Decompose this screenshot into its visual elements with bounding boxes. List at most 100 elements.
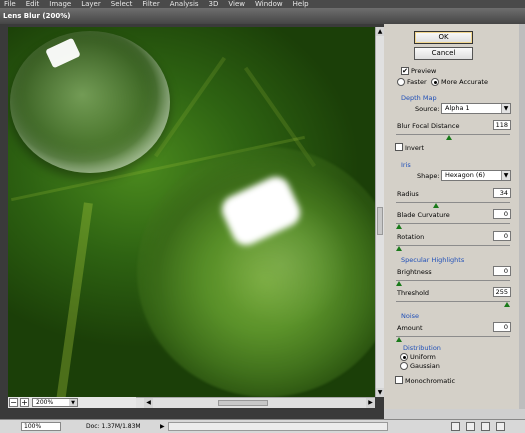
scroll-down-arrow-icon[interactable]: ▼ [376, 388, 384, 397]
menu-file[interactable]: File [0, 0, 22, 8]
folder-icon[interactable] [466, 422, 475, 431]
menu-3d[interactable]: 3D [205, 0, 225, 8]
menu-image[interactable]: Image [45, 0, 77, 8]
specular-heading: Specular Highlights [401, 256, 465, 264]
threshold-input[interactable]: 255 [493, 287, 511, 297]
rotation-label: Rotation [397, 233, 425, 241]
menu-help[interactable]: Help [289, 0, 315, 8]
status-menu-arrow-icon[interactable]: ▶ [160, 422, 165, 431]
leaf-vein [56, 202, 93, 397]
blade-curvature-label: Blade Curvature [397, 211, 450, 219]
blur-focal-slider[interactable] [396, 134, 510, 135]
dialog-title: Lens Blur (200%) [3, 12, 71, 20]
source-label: Source: [415, 105, 440, 113]
trash-icon[interactable] [496, 422, 505, 431]
depth-map-heading: Depth Map [401, 94, 437, 102]
brightness-input[interactable]: 0 [493, 266, 511, 276]
menu-window[interactable]: Window [251, 0, 289, 8]
iris-heading: Iris [401, 161, 411, 169]
uniform-label: Uniform [410, 353, 436, 361]
slider-knob[interactable] [396, 224, 402, 229]
scroll-left-arrow-icon[interactable]: ◀ [144, 398, 153, 408]
amount-input[interactable]: 0 [493, 322, 511, 332]
drop-highlight [217, 172, 305, 250]
menu-view[interactable]: View [224, 0, 251, 8]
chevron-down-icon: ▼ [501, 104, 510, 113]
zoom-controls: − + 200% ▼ [8, 397, 136, 408]
blur-focal-input[interactable]: 118 [493, 120, 511, 130]
invert-checkbox[interactable] [395, 143, 403, 151]
radius-input[interactable]: 34 [493, 188, 511, 198]
ok-button[interactable]: OK [414, 31, 473, 44]
gaussian-label: Gaussian [410, 362, 440, 370]
radius-slider[interactable] [396, 202, 510, 203]
scroll-up-arrow-icon[interactable]: ▲ [376, 27, 384, 36]
panel-edge [519, 24, 525, 419]
blade-curvature-input[interactable]: 0 [493, 209, 511, 219]
chevron-down-icon: ▼ [69, 399, 77, 406]
scroll-right-arrow-icon[interactable]: ▶ [366, 398, 375, 408]
invert-label: Invert [405, 144, 425, 152]
menu-filter[interactable]: Filter [138, 0, 165, 8]
gaussian-radio[interactable] [400, 362, 408, 370]
more-accurate-label: More Accurate [441, 78, 488, 86]
shape-select[interactable]: Hexagon (6) ▼ [441, 170, 511, 181]
slider-knob[interactable] [432, 203, 439, 208]
blur-focal-label: Blur Focal Distance [397, 122, 460, 130]
water-drop-sharp [10, 31, 170, 173]
preview-label: Preview [411, 67, 437, 75]
status-zoom-field[interactable]: 100% [21, 422, 61, 431]
threshold-slider[interactable] [396, 301, 510, 302]
menu-analysis[interactable]: Analysis [166, 0, 205, 8]
noise-heading: Noise [401, 312, 420, 320]
chevron-down-icon: ▼ [501, 171, 510, 180]
preview-checkbox[interactable]: ✔ [401, 67, 409, 75]
menu-edit[interactable]: Edit [22, 0, 46, 8]
new-layer-icon[interactable] [451, 422, 460, 431]
zoom-out-button[interactable]: − [9, 398, 18, 407]
status-bar: 100% Doc: 1.37M/1.83M ▶ [0, 419, 525, 433]
uniform-radio[interactable] [400, 353, 408, 361]
faster-label: Faster [407, 78, 427, 86]
settings-panel: OK Cancel ✔ Preview Faster More Accurate… [384, 24, 519, 409]
zoom-value: 200% [36, 399, 54, 406]
monochromatic-label: Monochromatic [405, 377, 456, 385]
more-accurate-radio[interactable] [431, 78, 439, 86]
source-select[interactable]: Alpha 1 ▼ [441, 103, 511, 114]
zoom-select[interactable]: 200% ▼ [32, 398, 78, 407]
status-scroll-track[interactable] [168, 422, 388, 431]
slider-knob[interactable] [396, 281, 402, 286]
brightness-label: Brightness [397, 268, 432, 276]
slider-knob[interactable] [396, 246, 402, 251]
shape-value: Hexagon (6) [445, 171, 486, 179]
brightness-slider[interactable] [396, 280, 510, 281]
distribution-heading: Distribution [403, 344, 441, 352]
cancel-button[interactable]: Cancel [414, 47, 473, 60]
water-drop-blurred [137, 147, 375, 397]
rotation-input[interactable]: 0 [493, 231, 511, 241]
menu-layer[interactable]: Layer [77, 0, 107, 8]
drop-highlight [45, 37, 81, 69]
scroll-thumb[interactable] [218, 400, 268, 406]
threshold-label: Threshold [397, 289, 430, 297]
monochromatic-checkbox[interactable] [395, 376, 403, 384]
scroll-thumb[interactable] [377, 207, 383, 235]
slider-knob[interactable] [396, 337, 402, 342]
amount-slider[interactable] [396, 336, 510, 337]
amount-label: Amount [397, 324, 423, 332]
menu-select[interactable]: Select [107, 0, 139, 8]
dialog-titlebar[interactable]: Lens Blur (200%) [0, 8, 525, 24]
rotation-slider[interactable] [396, 245, 510, 246]
zoom-in-button[interactable]: + [20, 398, 29, 407]
blade-curvature-slider[interactable] [396, 223, 510, 224]
source-value: Alpha 1 [445, 104, 470, 112]
slider-knob[interactable] [504, 302, 510, 307]
vertical-scrollbar[interactable]: ▲ ▼ [375, 27, 384, 397]
radius-label: Radius [397, 190, 419, 198]
menu-bar: File Edit Image Layer Select Filter Analysis 3D… [0, 0, 525, 8]
new-item-icon[interactable] [481, 422, 490, 431]
faster-radio[interactable] [397, 78, 405, 86]
preview-image[interactable] [8, 27, 375, 397]
shape-label: Shape: [417, 172, 440, 180]
slider-knob[interactable] [445, 135, 452, 140]
